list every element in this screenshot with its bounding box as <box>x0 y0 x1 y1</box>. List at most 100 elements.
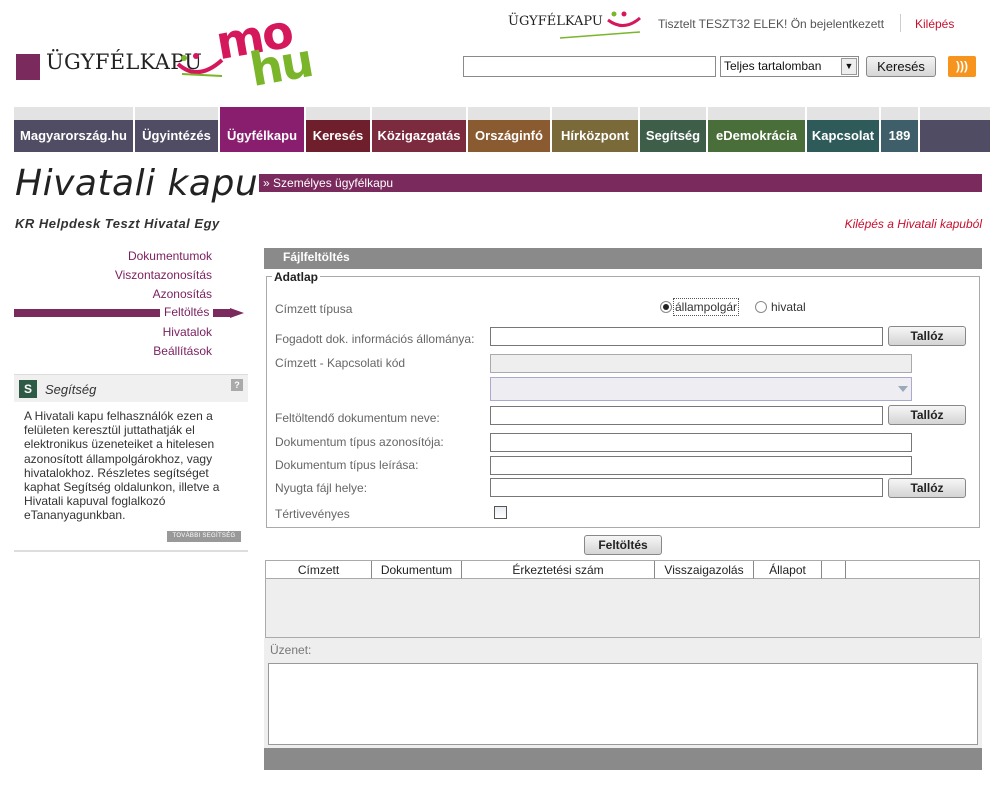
nav-tab-edemokr-cia[interactable]: eDemokrácia <box>708 107 805 152</box>
search-scope-select[interactable]: Teljes tartalomban ▼ <box>720 56 859 77</box>
sidebar-item-dokumentumok[interactable]: Dokumentumok <box>128 249 212 263</box>
doc-name-label: Feltöltendő dokumentum neve: <box>275 411 440 425</box>
search-button[interactable]: Keresés <box>866 56 936 77</box>
search-scope-value: Teljes tartalomban <box>724 59 822 73</box>
nav-tab-cap <box>640 107 706 120</box>
chevron-down-icon <box>898 386 908 392</box>
nav-tab-label: Keresés <box>306 120 370 152</box>
help-badge-icon: S <box>19 380 37 398</box>
nav-tab-189[interactable]: 189 <box>881 107 918 152</box>
nav-tab-label: eDemokrácia <box>708 120 805 152</box>
browse-button-2[interactable]: Tallóz <box>888 405 966 425</box>
nav-tab-kapcsolat[interactable]: Kapcsolat <box>807 107 879 152</box>
nav-tab--gyint-z-s[interactable]: Ügyintézés <box>135 107 218 152</box>
nav-tab-cap <box>372 107 466 120</box>
radio-citizen-label[interactable]: állampolgár <box>673 298 740 316</box>
radio-citizen[interactable] <box>660 301 672 313</box>
breadcrumb: » Személyes ügyfélkapu <box>259 174 982 192</box>
recipient-code-label: Címzett - Kapcsolati kód <box>275 356 406 370</box>
chevron-down-icon: ▼ <box>841 58 857 75</box>
breadcrumb-label[interactable]: Személyes ügyfélkapu <box>273 176 393 190</box>
nav-tab-cap <box>881 107 918 120</box>
more-help-button[interactable]: TOVÁBBI SEGÍTSÉG <box>167 531 241 542</box>
nav-tab-label: Ügyfélkapu <box>220 120 304 152</box>
doc-type-desc-label: Dokumentum típus leírása: <box>275 458 419 472</box>
sidebar-item-feltoltes[interactable]: Feltöltés <box>160 305 214 319</box>
nav-tab-cap <box>552 107 638 120</box>
nav-tab-k-zigazgat-s[interactable]: Közigazgatás <box>372 107 466 152</box>
nav-tab-label: Közigazgatás <box>372 120 466 152</box>
nav-tab-orsz-ginf-[interactable]: Országinfó <box>468 107 550 152</box>
col-header-status[interactable]: Állapot <box>754 561 822 579</box>
help-question-icon[interactable]: ? <box>231 379 243 391</box>
nav-tab-h-rk-zpont[interactable]: Hírközpont <box>552 107 638 152</box>
message-textarea[interactable] <box>268 663 978 745</box>
logo-hu: hu <box>245 33 316 97</box>
nav-tab-label: Hírközpont <box>552 120 638 152</box>
help-text: A Hivatali kapu felhasználók ezen a felü… <box>24 409 220 523</box>
divider <box>900 14 901 32</box>
small-smile-logo-icon <box>560 11 641 39</box>
col-header-filler <box>846 561 979 579</box>
nav-tab-cap <box>920 107 990 120</box>
nav-tab-cap <box>708 107 805 120</box>
radio-office[interactable] <box>755 301 767 313</box>
col-header-confirmation[interactable]: Visszaigazolás <box>655 561 754 579</box>
greeting-text: Tisztelt TESZT32 ELEK! Ön bejelentkezett <box>658 17 885 31</box>
nav-tab-cap <box>468 107 550 120</box>
receipt-location-input[interactable] <box>490 478 883 497</box>
active-indicator-arrow-icon <box>230 308 244 318</box>
radio-office-label[interactable]: hivatal <box>771 300 806 314</box>
double-chevron-icon: » <box>263 176 270 190</box>
page-title: Hivatali kapu <box>15 163 259 204</box>
browse-button-3[interactable]: Tallóz <box>888 478 966 498</box>
nav-tab-label: Kapcsolat <box>807 120 879 152</box>
return-receipt-checkbox[interactable] <box>494 506 507 519</box>
sidebar-item-hivatalok[interactable]: Hivatalok <box>163 325 212 339</box>
nav-tab-cap <box>14 107 133 120</box>
received-doc-info-label: Fogadott dok. információs állománya: <box>275 332 475 346</box>
col-header-filing-number[interactable]: Érkeztetési szám <box>462 561 655 579</box>
recipient-type-label: Címzett típusa <box>275 302 353 316</box>
nav-tab-filler <box>920 107 990 152</box>
browse-button-1[interactable]: Tallóz <box>888 326 966 346</box>
receipt-location-label: Nyugta fájl helye: <box>275 481 368 495</box>
nav-tab-cap <box>220 107 304 120</box>
recipient-code-input <box>490 354 912 373</box>
nav-tab-cap <box>306 107 370 120</box>
sidebar-item-viszontazonositas[interactable]: Viszontazonosítás <box>115 268 212 282</box>
doc-type-id-input[interactable] <box>490 433 912 452</box>
col-header-document[interactable]: Dokumentum <box>372 561 462 579</box>
nav-tab-label: 189 <box>881 120 918 152</box>
main-nav: Magyarország.hu Ügyintézés Ügyfélkapu Keres… <box>14 107 990 152</box>
nav-tab-cap <box>135 107 218 120</box>
rss-icon[interactable]: ))) <box>948 56 976 77</box>
col-header-extra <box>822 561 846 579</box>
nav-tab-label: Országinfó <box>468 120 550 152</box>
recipient-code-select[interactable] <box>490 377 912 401</box>
col-header-recipient[interactable]: Címzett <box>266 561 372 579</box>
nav-tab-magyarorsz-g-hu[interactable]: Magyarország.hu <box>14 107 133 152</box>
upload-button[interactable]: Feltöltés <box>584 535 662 555</box>
sidebar-item-azonositas[interactable]: Azonosítás <box>153 287 212 301</box>
doc-type-id-label: Dokumentum típus azonosítója: <box>275 435 444 449</box>
logout-link[interactable]: Kilépés <box>915 17 954 31</box>
nav-tab-seg-ts-g[interactable]: Segítség <box>640 107 706 152</box>
form-legend: Adatlap <box>272 270 321 284</box>
help-title: Segítség <box>45 382 97 397</box>
nav-tab-keres-s[interactable]: Keresés <box>306 107 370 152</box>
sidebar-item-beallitasok[interactable]: Beállítások <box>153 344 212 358</box>
doc-name-input[interactable] <box>490 406 883 425</box>
nav-tab-label <box>920 120 990 152</box>
nav-tab-label: Segítség <box>640 120 706 152</box>
return-receipt-label: Tértivevényes <box>275 507 350 521</box>
search-input[interactable] <box>463 56 716 77</box>
doc-type-desc-input[interactable] <box>490 456 912 475</box>
panel-title: Fájlfeltöltés <box>264 248 982 269</box>
upload-table: Címzett Dokumentum Érkeztetési szám Viss… <box>265 560 980 638</box>
received-doc-info-input[interactable] <box>490 327 883 346</box>
organization-name: KR Helpdesk Teszt Hivatal Egy <box>15 216 220 231</box>
nav-tab--gyf-lkapu[interactable]: Ügyfélkapu <box>220 107 304 152</box>
logout-hivatali-kapu-link[interactable]: Kilépés a Hivatali kapuból <box>845 217 982 231</box>
logo-square <box>16 54 40 80</box>
